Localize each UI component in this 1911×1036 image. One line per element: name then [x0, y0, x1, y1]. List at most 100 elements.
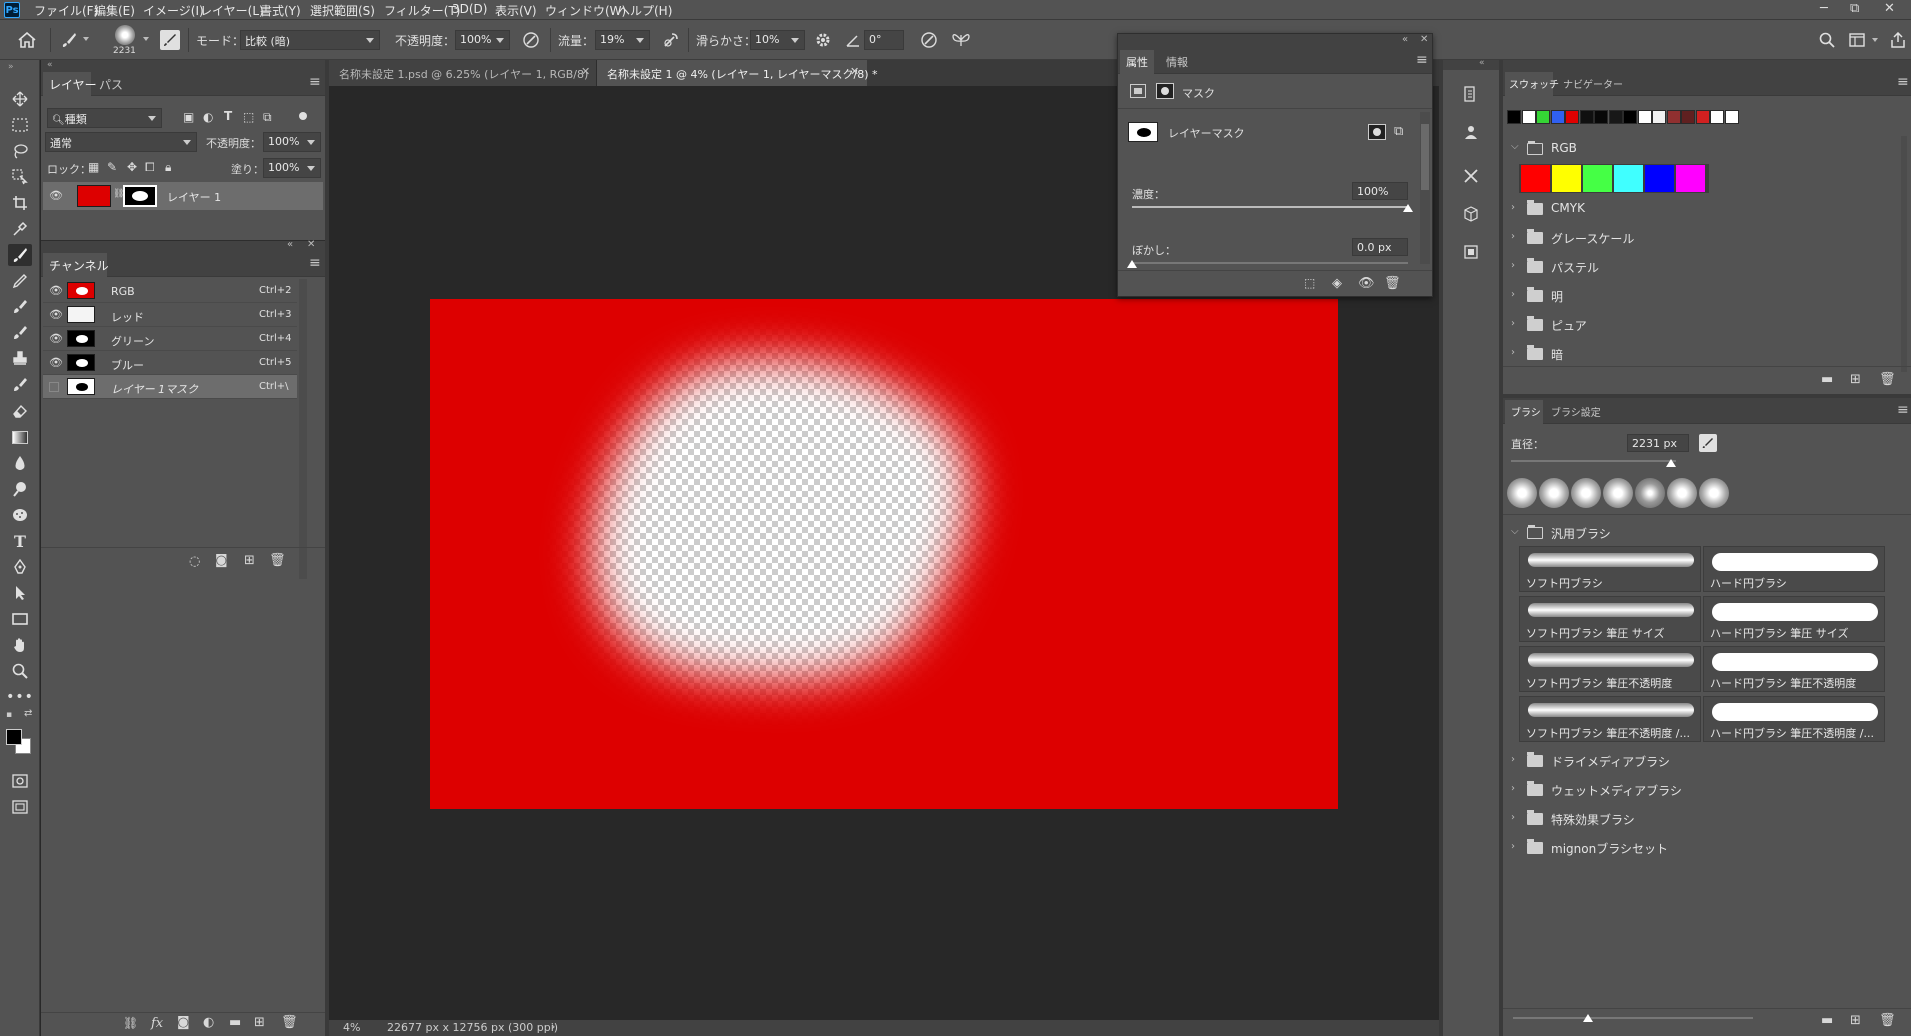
history-panel-icon[interactable] [1459, 82, 1483, 106]
tab-channels[interactable]: チャンネル [49, 257, 109, 274]
flow-field[interactable]: 19% [595, 30, 650, 50]
document-canvas[interactable] [430, 299, 1338, 809]
swatch-group-rgb[interactable]: ⌵ RGB [1503, 136, 1903, 162]
rgb-color-swatch[interactable] [1614, 165, 1643, 192]
brush-preset[interactable]: ソフト円ブラシ 筆圧 サイズ [1519, 596, 1701, 642]
tab-brush-settings[interactable]: ブラシ設定 [1551, 404, 1601, 419]
menu-file[interactable]: ファイル(F) [34, 2, 98, 19]
visibility-eye-icon[interactable]: 👁︎ [49, 357, 63, 368]
color-swatch[interactable] [1652, 110, 1666, 124]
rgb-color-swatch[interactable] [1676, 165, 1705, 192]
foreground-color-swatch[interactable] [6, 729, 22, 745]
document-tab-active[interactable]: 名称未設定 1 @ 4% (レイヤー 1, レイヤーマスク/8) * ✕ [597, 60, 878, 86]
scrollbar[interactable] [299, 279, 307, 579]
chevron-down-icon[interactable]: ⌵ [1511, 526, 1519, 537]
color-swatch[interactable] [1521, 110, 1536, 124]
color-swatch[interactable] [1579, 110, 1594, 124]
more-tools-icon[interactable]: ••• [6, 686, 33, 708]
chevron-right-icon[interactable]: › [1511, 347, 1515, 358]
trash-icon[interactable]: 🗑︎ [1384, 276, 1401, 291]
panel-menu-icon[interactable]: ≡ [1897, 402, 1909, 418]
airbrush-icon[interactable] [660, 30, 682, 50]
swatch-group-row[interactable]: › 暗 [1503, 341, 1903, 367]
close-icon[interactable]: ✕ [581, 65, 590, 78]
lock-all-icon[interactable]: 🔒︎ [165, 160, 171, 175]
new-swatch-icon[interactable]: ⊞ [1850, 372, 1861, 387]
visibility-empty-box[interactable] [49, 382, 59, 392]
stamp-tool-icon[interactable] [8, 348, 32, 370]
visibility-eye-icon[interactable]: 👁︎ [49, 333, 63, 344]
swatch-group-row[interactable]: › パステル [1503, 254, 1903, 280]
panel-menu-icon[interactable]: ≡ [309, 255, 321, 271]
folder-icon[interactable]: ▬ [1821, 1013, 1833, 1028]
trash-icon[interactable]: 🗑︎ [1879, 1013, 1896, 1028]
chevron-right-icon[interactable]: › [1511, 783, 1515, 794]
collapse-arrows-icon[interactable]: « [47, 60, 53, 70]
brush-tip-preset[interactable] [1699, 478, 1729, 508]
density-slider-thumb-track[interactable] [1132, 204, 1413, 214]
scrollbar[interactable] [1420, 112, 1430, 264]
pencil-tool-icon[interactable] [8, 270, 32, 292]
color-swatch[interactable] [1507, 110, 1521, 124]
brush-group-row[interactable]: › 特殊効果ブラシ [1503, 806, 1903, 832]
color-swatch[interactable] [1550, 110, 1565, 124]
swatch-group-row[interactable]: › グレースケール [1503, 225, 1903, 251]
select-mask-icon[interactable] [1368, 124, 1386, 140]
menu-layer[interactable]: レイヤー(L) [200, 2, 264, 19]
color-swatch[interactable] [1710, 110, 1724, 124]
color-swatch[interactable] [1666, 110, 1681, 124]
chevron-right-icon[interactable]: › [1511, 260, 1515, 271]
search-icon[interactable] [1816, 30, 1838, 50]
new-brush-icon[interactable]: ⊞ [1850, 1013, 1861, 1028]
filter-type-icon[interactable]: T [224, 109, 232, 123]
color-swatch[interactable] [1681, 110, 1695, 124]
pixel-mask-icon[interactable] [1130, 84, 1146, 98]
layer-mask-thumbnail[interactable] [123, 185, 157, 207]
brush-preset[interactable]: ハード円ブラシ [1703, 546, 1885, 592]
color-swatch[interactable] [1536, 110, 1550, 124]
brush-preset[interactable]: ソフト円ブラシ 筆圧不透明度 [1519, 646, 1701, 692]
fx-icon[interactable]: fx [151, 1016, 163, 1031]
opacity-field[interactable]: 100% [455, 30, 510, 50]
chevron-down-icon[interactable] [143, 37, 149, 41]
clone-brush-tool-icon[interactable] [8, 296, 32, 318]
menu-help[interactable]: ヘルプ(H) [618, 2, 672, 19]
layer-row[interactable]: 👁︎ ⛓︎ レイヤー 1 [43, 182, 323, 210]
visibility-eye-icon[interactable]: 👁︎ [49, 309, 63, 320]
collapse-arrows-icon[interactable]: « [1479, 58, 1485, 68]
document-tab[interactable]: 名称未設定 1.psd @ 6.25% (レイヤー 1, RGB/8) ✕ [329, 60, 597, 86]
close-icon[interactable]: ✕ [1420, 34, 1428, 45]
new-channel-icon[interactable]: ⊞ [244, 553, 255, 568]
save-selection-icon[interactable]: ◙ [215, 553, 228, 568]
gear-icon[interactable] [812, 30, 834, 50]
color-swatch[interactable] [1637, 110, 1652, 124]
screen-mode-icon[interactable] [8, 796, 32, 818]
apply-mask-icon[interactable]: ◈ [1332, 276, 1342, 291]
lock-position-icon[interactable]: ✥ [127, 160, 137, 174]
chevron-right-icon[interactable]: › [1511, 812, 1515, 823]
link-layers-icon[interactable]: ⛓︎ [123, 1016, 138, 1030]
rgb-color-swatch[interactable] [1645, 165, 1674, 192]
channel-row[interactable]: レイヤー 1マスク Ctrl+\ [43, 375, 297, 399]
load-selection-icon[interactable]: ⬚ [1304, 276, 1315, 290]
channel-row[interactable]: 👁︎ RGB Ctrl+2 [43, 279, 297, 303]
swatch-group-row[interactable]: › CMYK [1503, 196, 1903, 222]
collapse-arrows-icon[interactable]: » [8, 62, 14, 72]
workspace-icon[interactable] [1846, 30, 1868, 50]
blend-mode-select[interactable]: 通常 [45, 132, 197, 152]
object-select-tool-icon[interactable] [8, 166, 32, 188]
chevron-right-icon[interactable]: › [1511, 318, 1515, 329]
chevron-down-icon[interactable] [1872, 38, 1878, 42]
adjustment-layer-icon[interactable]: ◐ [203, 1015, 214, 1030]
eyedropper-tool-icon[interactable] [8, 218, 32, 240]
tab-navigator[interactable]: ナビゲーター [1563, 76, 1623, 91]
layer-filter-select[interactable]: 🔍︎種類 [47, 108, 162, 128]
brush-tip-preset[interactable] [1635, 478, 1665, 508]
quick-mask-icon[interactable] [8, 770, 32, 792]
add-mask-icon[interactable]: ◙ [177, 1015, 190, 1030]
symmetry-butterfly-icon[interactable] [950, 30, 972, 50]
collapse-arrows-icon[interactable]: « [287, 239, 293, 250]
filter-toggle-icon[interactable] [299, 112, 307, 120]
default-colors-icon[interactable]: ▪ [6, 710, 12, 720]
filter-adjustment-icon[interactable]: ◐ [203, 110, 213, 124]
